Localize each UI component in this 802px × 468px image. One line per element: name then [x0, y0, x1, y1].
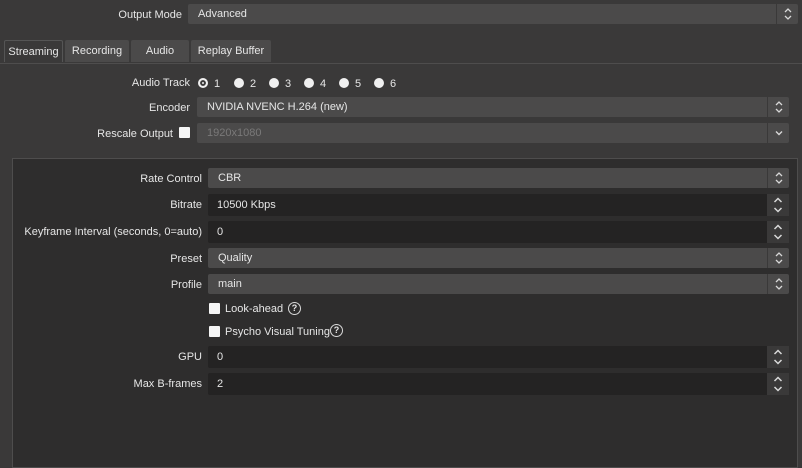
output-mode-select[interactable]: Advanced	[188, 4, 798, 24]
tab-divider	[0, 63, 802, 64]
preset-arrows-icon	[767, 248, 789, 268]
bitrate-value: 10500 Kbps	[217, 199, 276, 211]
output-mode-value: Advanced	[198, 8, 247, 20]
look-ahead-help-icon[interactable]: ?	[288, 302, 301, 315]
profile-label: Profile	[170, 279, 202, 291]
bitrate-down-icon[interactable]	[772, 206, 784, 214]
audio-track-radio-5[interactable]: 5	[339, 77, 361, 91]
preset-value: Quality	[218, 252, 253, 264]
audio-track-radio-2[interactable]: 2	[234, 77, 256, 91]
keyframe-interval-spinbox[interactable]: 0	[208, 221, 789, 243]
gpu-up-icon[interactable]	[772, 348, 784, 356]
psycho-visual-label: Psycho Visual Tuning	[225, 326, 330, 338]
max-bframes-up-icon[interactable]	[772, 375, 784, 383]
tab-streaming[interactable]: Streaming	[4, 40, 63, 62]
audio-track-radio-6[interactable]: 6	[374, 77, 396, 91]
gpu-label: GPU	[178, 351, 202, 363]
rate-control-value: CBR	[218, 172, 242, 184]
profile-value: main	[218, 278, 242, 290]
rate-control-label: Rate Control	[140, 173, 202, 185]
tab-audio[interactable]: Audio	[131, 40, 189, 62]
keyframe-interval-value: 0	[217, 226, 224, 238]
max-bframes-down-icon[interactable]	[772, 385, 784, 393]
rate-control-arrows-icon	[767, 168, 789, 188]
bitrate-label: Bitrate	[170, 199, 202, 211]
tab-recording[interactable]: Recording	[65, 40, 129, 62]
keyframe-up-icon[interactable]	[772, 223, 784, 231]
look-ahead-checkbox[interactable]	[209, 303, 220, 314]
psycho-visual-help-icon[interactable]: ?	[330, 324, 343, 337]
encoder-select[interactable]: NVIDIA NVENC H.264 (new)	[197, 97, 789, 117]
max-bframes-spinbox[interactable]: 2	[208, 373, 789, 395]
rescale-output-label: Rescale Output	[97, 128, 173, 140]
rescale-output-select[interactable]: 1920x1080	[197, 123, 789, 143]
gpu-down-icon[interactable]	[772, 358, 784, 366]
look-ahead-label: Look-ahead	[225, 303, 284, 315]
psycho-visual-checkbox[interactable]	[209, 326, 220, 337]
rescale-output-chevron-icon	[767, 123, 789, 143]
gpu-value: 0	[217, 351, 224, 363]
audio-track-radio-4[interactable]: 4	[304, 77, 326, 91]
rate-control-select[interactable]: CBR	[208, 168, 789, 188]
preset-label: Preset	[170, 253, 202, 265]
audio-track-radio-1[interactable]: 1	[198, 77, 220, 91]
output-mode-arrows-icon	[776, 4, 798, 24]
audio-track-radios: 1 2 3 4 5 6	[198, 77, 418, 91]
encoder-arrows-icon	[767, 97, 789, 117]
preset-select[interactable]: Quality	[208, 248, 789, 268]
keyframe-down-icon[interactable]	[772, 233, 784, 241]
encoder-label: Encoder	[149, 102, 190, 114]
keyframe-interval-label: Keyframe Interval (seconds, 0=auto)	[24, 226, 202, 238]
output-mode-label: Output Mode	[118, 9, 182, 21]
rescale-output-checkbox[interactable]	[179, 127, 190, 138]
gpu-spinbox[interactable]: 0	[208, 346, 789, 368]
tab-replay-buffer[interactable]: Replay Buffer	[191, 40, 271, 62]
audio-track-radio-3[interactable]: 3	[269, 77, 291, 91]
rescale-output-value: 1920x1080	[207, 127, 262, 139]
profile-select[interactable]: main	[208, 274, 789, 294]
bitrate-up-icon[interactable]	[772, 196, 784, 204]
bitrate-spinbox[interactable]: 10500 Kbps	[208, 194, 789, 216]
max-bframes-label: Max B-frames	[133, 378, 202, 390]
max-bframes-value: 2	[217, 378, 224, 390]
profile-arrows-icon	[767, 274, 789, 294]
encoder-value: NVIDIA NVENC H.264 (new)	[207, 101, 348, 113]
audio-track-label: Audio Track	[131, 77, 190, 89]
